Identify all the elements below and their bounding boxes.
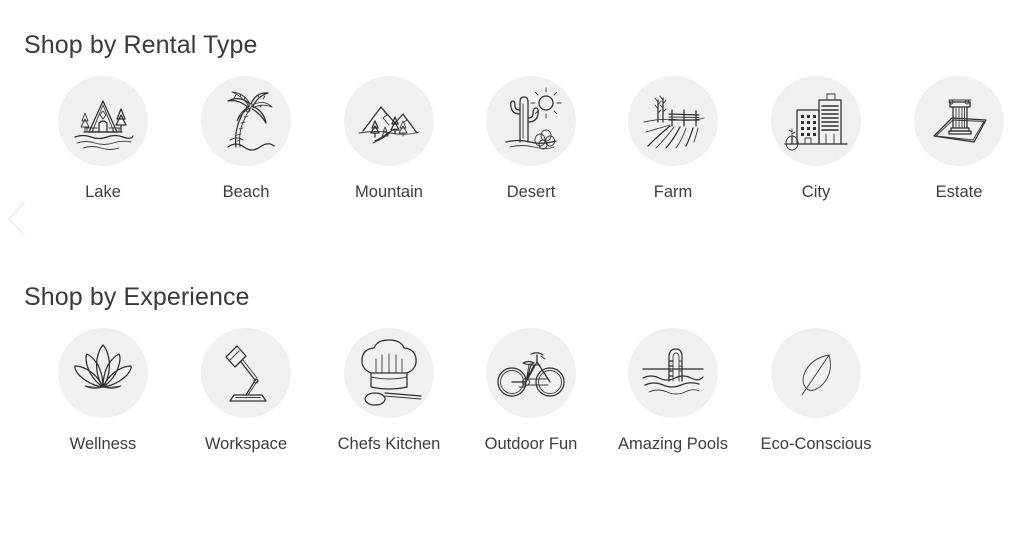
- category-card-eco-conscious[interactable]: Eco-Conscious: [745, 328, 887, 457]
- category-card-chefs-kitchen[interactable]: Chefs Kitchen: [318, 328, 460, 457]
- category-card-lake[interactable]: Lake: [32, 76, 174, 205]
- page-title-experience: Shop by Experience: [24, 283, 250, 311]
- mountain-icon: [344, 76, 434, 166]
- city-buildings-icon: [771, 76, 861, 166]
- category-card-desert[interactable]: Desert: [460, 76, 602, 205]
- category-card-workspace[interactable]: Workspace: [175, 328, 317, 457]
- category-label: Farm: [653, 183, 693, 201]
- desk-lamp-icon: [201, 328, 291, 418]
- category-card-city[interactable]: City: [745, 76, 887, 205]
- chevron-left-glyph: [7, 201, 26, 237]
- lotus-flower-icon: [58, 328, 148, 418]
- category-label: Desert: [506, 183, 556, 201]
- pool-ladder-icon: [628, 328, 718, 418]
- section-rental-type: Shop by Rental Type Lake Beach Mountain …: [0, 28, 1024, 237]
- category-card-estate[interactable]: Estate: [888, 76, 1024, 205]
- page-title-rental-type: Shop by Rental Type: [24, 31, 258, 59]
- category-label: Amazing Pools: [617, 435, 729, 453]
- category-card-mountain[interactable]: Mountain: [318, 76, 460, 205]
- rental-category-browser: Shop by Rental Type Lake Beach Mountain …: [0, 0, 1024, 540]
- category-label: Wellness: [69, 435, 137, 453]
- category-label: Mountain: [355, 183, 423, 201]
- section-experience: Shop by Experience Wellness Workspace Ch…: [0, 280, 1024, 478]
- leaf-icon: [771, 328, 861, 418]
- category-card-amazing-pools[interactable]: Amazing Pools: [602, 328, 744, 457]
- category-card-wellness[interactable]: Wellness: [32, 328, 174, 457]
- experience-carousel: Wellness Workspace Chefs Kitchen Outdoor…: [0, 328, 1024, 478]
- category-label: Beach: [222, 183, 270, 201]
- chef-hat-spoon-icon: [344, 328, 434, 418]
- category-card-farm[interactable]: Farm: [602, 76, 744, 205]
- category-label: Eco-Conscious: [760, 435, 872, 453]
- category-label: City: [801, 183, 831, 201]
- rental-type-carousel: Lake Beach Mountain Desert Farm City Est…: [0, 76, 1024, 237]
- cactus-sun-icon: [486, 76, 576, 166]
- category-label: Workspace: [204, 435, 288, 453]
- palm-tree-icon: [201, 76, 291, 166]
- chevron-left-icon[interactable]: [4, 198, 30, 240]
- bicycle-icon: [486, 328, 576, 418]
- category-card-beach[interactable]: Beach: [175, 76, 317, 205]
- category-card-outdoor-fun[interactable]: Outdoor Fun: [460, 328, 602, 457]
- category-label: Estate: [935, 183, 983, 201]
- lake-cabin-icon: [58, 76, 148, 166]
- category-label: Lake: [85, 183, 121, 201]
- classical-column-icon: [914, 76, 1004, 166]
- category-label: Chefs Kitchen: [337, 435, 441, 453]
- category-label: Outdoor Fun: [484, 435, 578, 453]
- farm-field-fence-icon: [628, 76, 718, 166]
